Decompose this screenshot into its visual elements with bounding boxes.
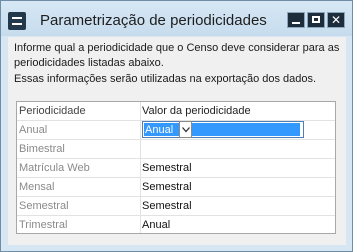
grid-row-mensal[interactable]: Mensal Semestral (17, 178, 335, 196)
grid-row-semestral[interactable]: Semestral Semestral (17, 197, 335, 215)
column-header-periodicidade[interactable]: Periodicidade (19, 102, 140, 120)
dropdown-button[interactable] (179, 121, 192, 138)
row-value[interactable]: Semestral (142, 197, 335, 215)
dialog-content: Informe qual a periodicidade que o Censo… (8, 37, 346, 245)
window-title: Parametrização de periodicidades (40, 12, 267, 29)
grid-row-trimestral[interactable]: Trimestral Anual (17, 216, 335, 234)
grid-row-matricula-web[interactable]: Matrícula Web Semestral (17, 159, 335, 177)
maximize-icon (312, 16, 320, 23)
row-value[interactable] (142, 140, 335, 158)
close-icon: ✕ (330, 13, 342, 27)
info-text-line-3: Essas informações serão utilizadas na ex… (14, 73, 317, 85)
dialog-window: Parametrização de periodicidades ✕ Infor… (0, 0, 353, 252)
close-button[interactable]: ✕ (327, 12, 345, 28)
column-header-valor[interactable]: Valor da periodicidade (142, 102, 335, 120)
row-value[interactable]: Semestral (142, 159, 335, 177)
minimize-button[interactable] (287, 12, 305, 28)
minimize-icon (292, 22, 300, 24)
info-text-line-1: Informe qual a periodicidade que o Censo… (14, 42, 340, 54)
periodicity-grid[interactable]: Periodicidade Valor da periodicidade Anu… (16, 101, 336, 234)
periodicity-value-dropdown[interactable]: Anual (142, 121, 304, 138)
row-name: Matrícula Web (19, 162, 90, 174)
info-text-line-2: periodicidades listadas abaixo. (14, 57, 164, 69)
dropdown-selected-value: Anual (145, 124, 174, 136)
maximize-button[interactable] (307, 12, 325, 28)
row-value[interactable]: Anual (142, 216, 335, 234)
row-value[interactable]: Semestral (142, 178, 335, 196)
row-name: Trimestral (19, 219, 68, 231)
row-name: Anual (19, 124, 48, 136)
row-name: Semestral (19, 200, 69, 212)
grid-header-row: Periodicidade Valor da periodicidade (17, 102, 335, 120)
title-bar[interactable]: Parametrização de periodicidades ✕ (1, 1, 352, 36)
grid-row-bimestral[interactable]: Bimestral (17, 140, 335, 158)
chevron-down-icon (182, 127, 190, 133)
app-icon[interactable] (8, 12, 26, 30)
row-name: Bimestral (19, 143, 65, 155)
selection-highlight: Anual (144, 123, 300, 136)
row-name: Mensal (19, 181, 55, 193)
